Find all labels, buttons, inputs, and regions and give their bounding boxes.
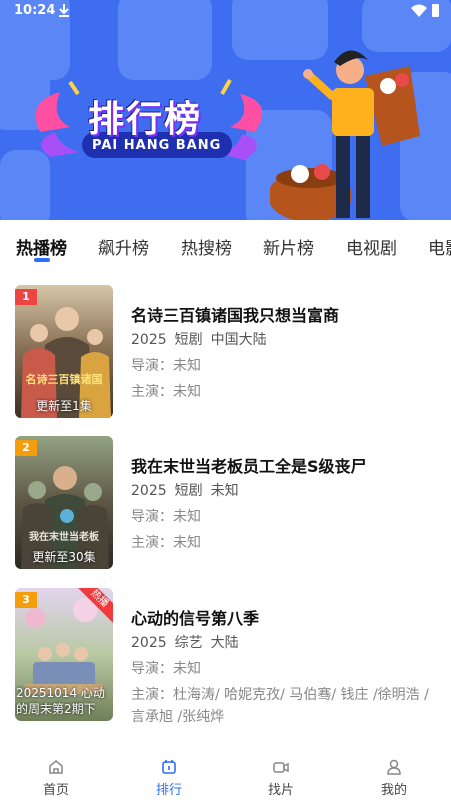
home-icon <box>49 760 63 774</box>
show-region: 中国大陆 <box>210 332 267 348</box>
show-region: 未知 <box>210 483 239 499</box>
wifi-icon <box>411 4 427 17</box>
nav-rank[interactable]: 排行 <box>139 758 199 798</box>
rank-banner: 10:24 排行榜 PAI HANG BANG <box>0 0 451 220</box>
nav-find[interactable]: 找片 <box>251 758 311 798</box>
poster-image[interactable]: 我在末世当老板 2 更新至30集 <box>15 436 113 569</box>
update-status: 20251014 心动的周末第2期下 <box>16 686 105 716</box>
status-time: 10:24 <box>14 3 56 18</box>
show-title[interactable]: 心动的信号第八季 <box>131 605 259 629</box>
show-cast: 主演：杜海涛/ 哈妮克孜/ 马伯骞/ 钱庄 /徐明浩 /言承旭 /张纯烨 <box>131 687 429 725</box>
show-year: 2025 <box>131 483 167 499</box>
list-item[interactable]: 我在末世当老板 2 更新至30集 我在末世当老板员工全是S级丧尸 2025 短剧未… <box>0 436 451 576</box>
show-genre: 短剧 <box>174 332 203 348</box>
tab-indicator <box>34 258 50 262</box>
tab-tv-series[interactable]: 电视剧 <box>346 234 397 259</box>
rank-icon <box>162 760 176 774</box>
update-status: 更新至30集 <box>32 550 96 564</box>
nav-home-label: 首页 <box>42 783 69 798</box>
show-year: 2025 <box>131 332 167 348</box>
list-item[interactable]: 3 热播 20251014 心动的周末第2期下 心动的信号第八季 2025 综艺大… <box>0 588 451 728</box>
tab-movie[interactable]: 电影 <box>428 234 451 259</box>
download-icon <box>59 4 69 17</box>
status-bar: 10:24 <box>0 0 451 24</box>
tab-rising[interactable]: 飙升榜 <box>98 234 149 259</box>
rank-badge: 2 <box>15 440 37 456</box>
tab-new-release[interactable]: 新片榜 <box>263 234 314 259</box>
show-title[interactable]: 我在末世当老板员工全是S级丧尸 <box>131 453 367 477</box>
show-director: 导演：未知 <box>131 661 201 677</box>
show-genre: 综艺 <box>174 635 203 651</box>
show-region: 大陆 <box>210 635 239 651</box>
banner-title: 排行榜 <box>88 99 203 140</box>
poster-image[interactable]: 名诗三百镇诸国 1 更新至1集 <box>15 285 113 418</box>
user-icon <box>387 759 401 775</box>
poster-image[interactable]: 3 热播 20251014 心动的周末第2期下 <box>15 588 113 721</box>
show-cast: 主演：未知 <box>131 384 201 400</box>
rank-badge: 3 <box>15 592 37 608</box>
list-item[interactable]: 名诗三百镇诸国 1 更新至1集 名诗三百镇诸国我只想当富商 2025 短剧 中国大陆… <box>0 285 451 425</box>
show-director: 导演：未知 <box>131 509 201 525</box>
nav-mine-label: 我的 <box>380 783 407 798</box>
show-genre: 短剧 <box>174 483 203 499</box>
bottom-nav: 首页 排行 找片 我的 <box>0 752 451 802</box>
rank-badge: 1 <box>15 289 37 305</box>
show-year: 2025 <box>131 635 167 651</box>
update-status: 更新至1集 <box>36 399 92 413</box>
rank-logo: 排行榜 PAI HANG BANG <box>30 72 270 182</box>
tab-hot-search[interactable]: 热搜榜 <box>181 234 232 259</box>
mascot-illustration-icon <box>270 50 420 220</box>
nav-rank-label: 排行 <box>155 783 182 798</box>
banner-subtitle: PAI HANG BANG <box>92 138 222 153</box>
svg-text:我在末世当老板: 我在末世当老板 <box>29 530 100 543</box>
show-meta: 2025 短剧 未知 <box>131 480 247 500</box>
show-cast: 主演：未知 <box>131 535 201 551</box>
show-meta: 2025 综艺 大陆 <box>131 632 247 652</box>
video-icon <box>273 762 289 773</box>
nav-home[interactable]: 首页 <box>26 758 86 798</box>
tab-hot-play[interactable]: 热播榜 <box>16 234 67 259</box>
battery-icon <box>432 4 439 17</box>
rank-tabs: 热播榜 飙升榜 热搜榜 新片榜 电视剧 电影 <box>0 220 451 270</box>
nav-find-label: 找片 <box>267 783 294 798</box>
show-director: 导演：未知 <box>131 358 201 374</box>
show-title[interactable]: 名诗三百镇诸国我只想当富商 <box>131 302 339 326</box>
nav-mine[interactable]: 我的 <box>364 758 424 798</box>
show-meta: 2025 短剧 中国大陆 <box>131 329 275 349</box>
svg-text:名诗三百镇诸国: 名诗三百镇诸国 <box>26 372 103 386</box>
